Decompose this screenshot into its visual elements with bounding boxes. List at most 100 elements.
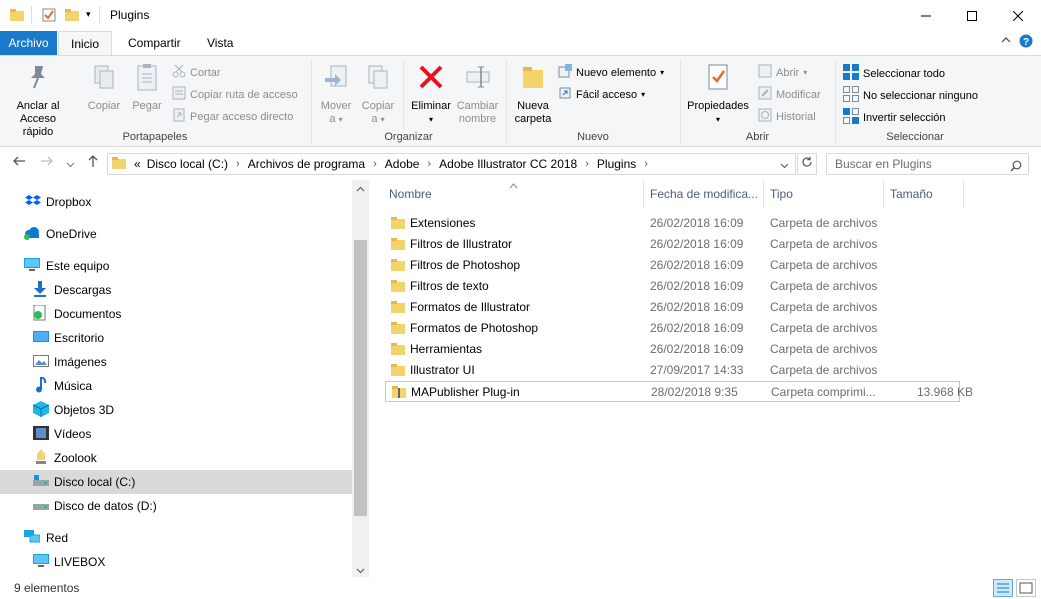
nav-item-imagenes[interactable]: Imágenes xyxy=(0,350,352,374)
scroll-up-icon[interactable] xyxy=(356,183,365,197)
network-icon xyxy=(24,529,41,547)
file-name: MAPublisher Plug-in xyxy=(411,385,520,399)
column-header-fecha[interactable]: Fecha de modifica... xyxy=(644,180,764,208)
search-input[interactable]: Buscar en Plugins xyxy=(826,153,1029,175)
paste-button[interactable]: Pegar xyxy=(128,60,166,113)
pin-label-1: Anclar al xyxy=(16,100,60,112)
customize-quick-access-icon[interactable]: ▾ xyxy=(86,9,91,20)
select-all-button[interactable]: Seleccionar todo xyxy=(843,64,945,84)
copy-path-button[interactable]: Copiar ruta de acceso xyxy=(172,86,298,104)
column-header-nombre[interactable]: Nombre xyxy=(383,180,644,208)
nav-item-este-equipo[interactable]: Este equipo xyxy=(0,254,352,278)
nav-item-musica[interactable]: Música xyxy=(0,374,352,398)
address-bar[interactable]: « Disco local (C:) › Archivos de program… xyxy=(107,153,796,175)
pin-quick-access-button[interactable]: Anclar al Acceso rápido xyxy=(6,60,70,139)
easy-access-button[interactable]: Fácil acceso ▾ xyxy=(558,86,645,104)
tab-inicio[interactable]: Inicio xyxy=(58,31,112,56)
file-list: Nombre Fecha de modifica... Tipo Tamaño … xyxy=(369,180,1041,577)
recent-locations-icon[interactable] xyxy=(66,156,75,172)
chevron-right-icon[interactable]: › xyxy=(644,158,648,170)
properties-quick-icon[interactable] xyxy=(42,8,56,25)
tab-archivo[interactable]: Archivo xyxy=(0,31,57,55)
rename-button[interactable]: Cambiar nombre xyxy=(455,60,500,126)
breadcrumb-adobe[interactable]: Adobe xyxy=(385,157,420,171)
scrollbar-thumb[interactable] xyxy=(354,240,367,516)
file-row[interactable]: Filtros de Photoshop 26/02/2018 16:09 Ca… xyxy=(385,255,960,276)
up-icon[interactable] xyxy=(86,154,100,171)
nav-item-zoolook[interactable]: Zoolook xyxy=(0,446,352,470)
maximize-icon xyxy=(967,8,977,24)
divider xyxy=(403,60,404,130)
close-button[interactable] xyxy=(995,0,1041,31)
back-icon[interactable] xyxy=(12,154,26,171)
breadcrumb-archivos-de-programa[interactable]: Archivos de programa xyxy=(248,157,365,171)
tab-compartir[interactable]: Compartir xyxy=(118,31,191,55)
collapse-ribbon-icon[interactable] xyxy=(1001,35,1011,48)
file-row[interactable]: Formatos de Photoshop 26/02/2018 16:09 C… xyxy=(385,318,960,339)
nav-item-onedrive[interactable]: OneDrive xyxy=(0,222,352,246)
nav-item-livebox[interactable]: LIVEBOX xyxy=(0,550,352,574)
zip-folder-icon xyxy=(392,385,406,402)
refresh-icon xyxy=(801,156,813,171)
file-row[interactable]: Formatos de Illustrator 26/02/2018 16:09… xyxy=(385,297,960,318)
file-row[interactable]: Extensiones 26/02/2018 16:09 Carpeta de … xyxy=(385,213,960,234)
nav-item-objetos-3d[interactable]: Objetos 3D xyxy=(0,398,352,422)
invert-selection-label: Invertir selección xyxy=(863,112,946,124)
history-button[interactable]: Historial xyxy=(758,108,816,126)
new-folder-button[interactable]: Nueva carpeta xyxy=(511,60,555,126)
breadcrumb-adobe-illustrator[interactable]: Adobe Illustrator CC 2018 xyxy=(439,157,577,171)
select-none-button[interactable]: No seleccionar ninguno xyxy=(843,86,978,106)
nav-item-descargas[interactable]: Descargas xyxy=(0,278,352,302)
nav-label: Objetos 3D xyxy=(54,403,115,417)
scroll-down-icon[interactable] xyxy=(356,564,365,578)
nav-item-disco-de-datos[interactable]: Disco de datos (D:) xyxy=(0,494,352,518)
file-row[interactable]: Herramientas 26/02/2018 16:09 Carpeta de… xyxy=(385,339,960,360)
refresh-button[interactable] xyxy=(797,153,817,175)
delete-button[interactable]: Eliminar ▾ xyxy=(408,60,454,126)
nav-scrollbar[interactable] xyxy=(352,180,369,577)
new-item-button[interactable]: Nuevo elemento ▾ xyxy=(558,64,664,82)
move-to-button[interactable]: Mover a ▾ xyxy=(316,60,356,126)
maximize-button[interactable] xyxy=(949,0,995,31)
column-header-tipo[interactable]: Tipo xyxy=(764,180,884,208)
properties-button[interactable]: Propiedades ▾ xyxy=(684,60,752,126)
open-button[interactable]: Abrir ▾ xyxy=(758,64,807,82)
column-header-tamano[interactable]: Tamaño xyxy=(884,180,964,208)
nav-item-documentos[interactable]: Documentos xyxy=(0,302,352,326)
help-icon[interactable]: ? xyxy=(1019,34,1033,51)
nav-item-red[interactable]: Red xyxy=(0,526,352,550)
minimize-button[interactable] xyxy=(903,0,949,31)
file-row[interactable]: MAPublisher Plug-in 28/02/2018 9:35 Carp… xyxy=(385,381,973,402)
chevron-right-icon[interactable]: › xyxy=(585,158,589,170)
nav-label: OneDrive xyxy=(46,227,97,241)
large-icons-view-icon xyxy=(1017,582,1035,599)
forward-icon[interactable] xyxy=(40,154,54,171)
breadcrumb-disco-local[interactable]: Disco local (C:) xyxy=(147,157,228,171)
group-label-portapapeles: Portapapeles xyxy=(122,131,188,143)
chevron-right-icon[interactable]: › xyxy=(427,158,431,170)
new-folder-quick-icon[interactable] xyxy=(65,8,79,25)
address-dropdown-icon[interactable] xyxy=(780,159,789,173)
file-row[interactable]: Filtros de Illustrator 26/02/2018 16:09 … xyxy=(385,234,960,255)
chevron-right-icon[interactable]: › xyxy=(236,158,240,170)
tab-vista[interactable]: Vista xyxy=(197,31,243,55)
chevron-right-icon[interactable]: › xyxy=(373,158,377,170)
folder-icon xyxy=(391,237,405,254)
breadcrumb-overflow[interactable]: « xyxy=(134,157,141,171)
paste-shortcut-button[interactable]: Pegar acceso directo xyxy=(172,108,293,126)
cut-button[interactable]: Cortar xyxy=(172,64,221,82)
nav-item-videos[interactable]: Vídeos xyxy=(0,422,352,446)
invert-selection-button[interactable]: Invertir selección xyxy=(843,108,946,128)
edit-button[interactable]: Modificar xyxy=(758,86,821,104)
copy-to-button[interactable]: Copiar a ▾ xyxy=(358,60,398,126)
details-view-button[interactable] xyxy=(993,579,1013,597)
breadcrumb-plugins[interactable]: Plugins xyxy=(597,157,636,171)
copy-button[interactable]: Copiar xyxy=(84,60,124,113)
file-row[interactable]: Illustrator UI 27/09/2017 14:33 Carpeta … xyxy=(385,360,960,381)
nav-item-disco-local[interactable]: Disco local (C:) xyxy=(0,470,352,494)
large-icons-view-button[interactable] xyxy=(1016,579,1036,597)
nav-item-escritorio[interactable]: Escritorio xyxy=(0,326,352,350)
new-folder-label-2: carpeta xyxy=(514,113,552,125)
file-row[interactable]: Filtros de texto 26/02/2018 16:09 Carpet… xyxy=(385,276,960,297)
nav-item-dropbox[interactable]: Dropbox xyxy=(0,190,352,214)
